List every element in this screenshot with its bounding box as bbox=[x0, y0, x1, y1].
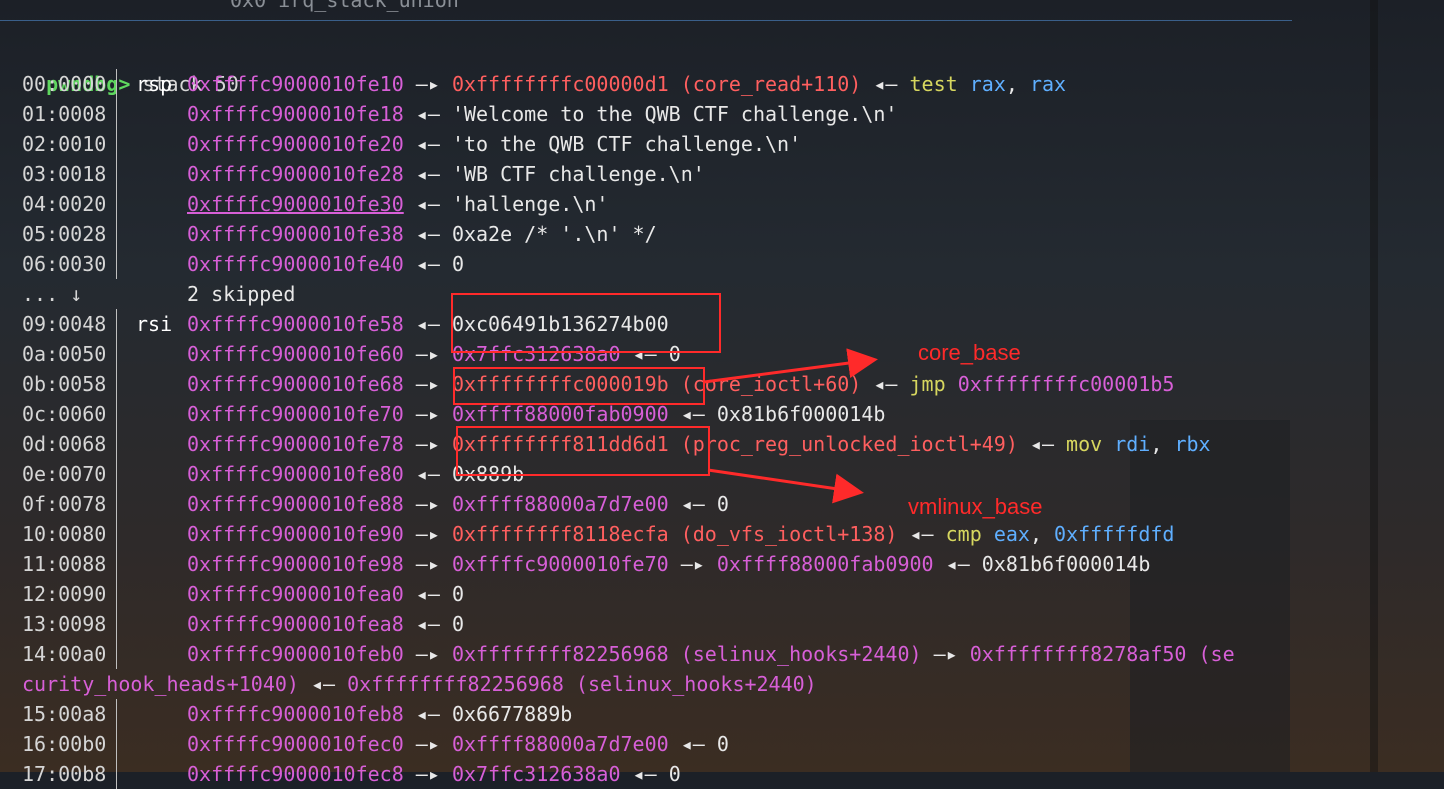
annotation-arrows bbox=[703, 348, 878, 504]
core-base-arrow bbox=[703, 348, 878, 384]
core-base-label: core_base bbox=[918, 340, 1021, 365]
vmlinux-base-label: vmlinux_base bbox=[908, 494, 1043, 519]
vmlinux-base-arrow bbox=[707, 468, 864, 504]
